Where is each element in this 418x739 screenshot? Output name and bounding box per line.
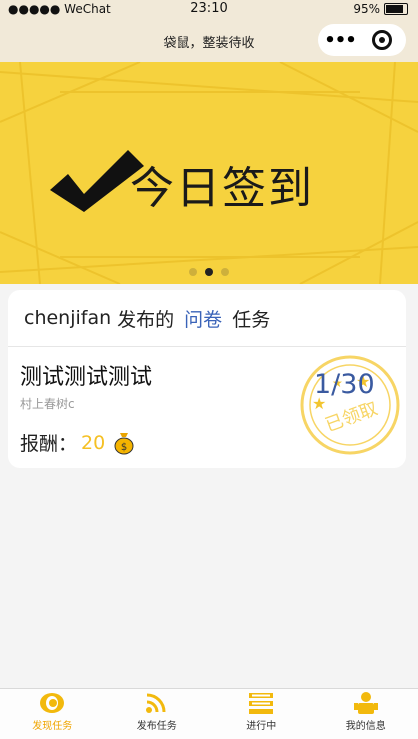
close-circle-icon[interactable] (372, 30, 392, 50)
banner-title: 今日签到 (130, 152, 314, 216)
carousel-dot[interactable] (189, 268, 197, 276)
carousel-dot-active[interactable] (205, 268, 213, 276)
task-word: 任务 (232, 305, 270, 332)
money-bag-icon: $ (113, 431, 135, 455)
carousel-dot[interactable] (221, 268, 229, 276)
tab-label: 进行中 (246, 717, 276, 732)
reward-label: 报酬： (20, 429, 77, 456)
tab-label: 发现任务 (32, 717, 72, 732)
tab-label: 我的信息 (346, 717, 386, 732)
battery-percent: 95% (353, 2, 380, 16)
tab-publish[interactable]: 发布任务 (105, 689, 210, 739)
claimed-count: 1/30 (314, 369, 375, 400)
svg-text:$: $ (121, 442, 127, 453)
more-dots-icon[interactable]: ••• (318, 30, 362, 51)
carousel-dots (0, 268, 418, 276)
mini-program-capsule: ••• (318, 24, 406, 56)
reward-row: 报酬： 20 $ (20, 429, 135, 456)
checkin-banner[interactable]: 今日签到 (0, 62, 418, 284)
tab-my-info[interactable]: 我的信息 (314, 689, 418, 739)
eye-icon (39, 691, 65, 715)
stamp-text: 已领取 (323, 398, 381, 436)
published-word: 发布的 (117, 305, 174, 332)
battery-indicator: 95% (353, 2, 408, 16)
task-card-body: 测试测试测试 村上春树c 报酬： 20 $ ★ ★ ★ 已领取 1/30 (8, 347, 406, 468)
nav-bar: 袋鼠，整装待收 ••• (0, 18, 418, 62)
battery-icon (384, 3, 408, 15)
task-title: 测试测试测试 (20, 359, 152, 391)
task-card-header: chenjifan 发布的 问卷 任务 (8, 290, 406, 347)
tab-label: 发布任务 (137, 717, 177, 732)
tab-discover[interactable]: 发现任务 (0, 689, 105, 739)
rss-icon (144, 691, 170, 715)
reward-amount: 20 (81, 432, 105, 454)
task-card[interactable]: chenjifan 发布的 问卷 任务 测试测试测试 村上春树c 报酬： 20 … (8, 290, 406, 468)
task-author: 村上春树c (20, 395, 75, 412)
publisher-name: chenjifan (24, 307, 111, 329)
tab-bar: 发现任务 发布任务 进行中 我的信息 (0, 688, 418, 739)
task-type: 问卷 (184, 305, 222, 332)
status-bar: ●●●●● WeChat 23:10 95% (0, 0, 418, 18)
user-icon (353, 691, 379, 715)
list-icon (248, 691, 274, 715)
tab-in-progress[interactable]: 进行中 (209, 689, 314, 739)
